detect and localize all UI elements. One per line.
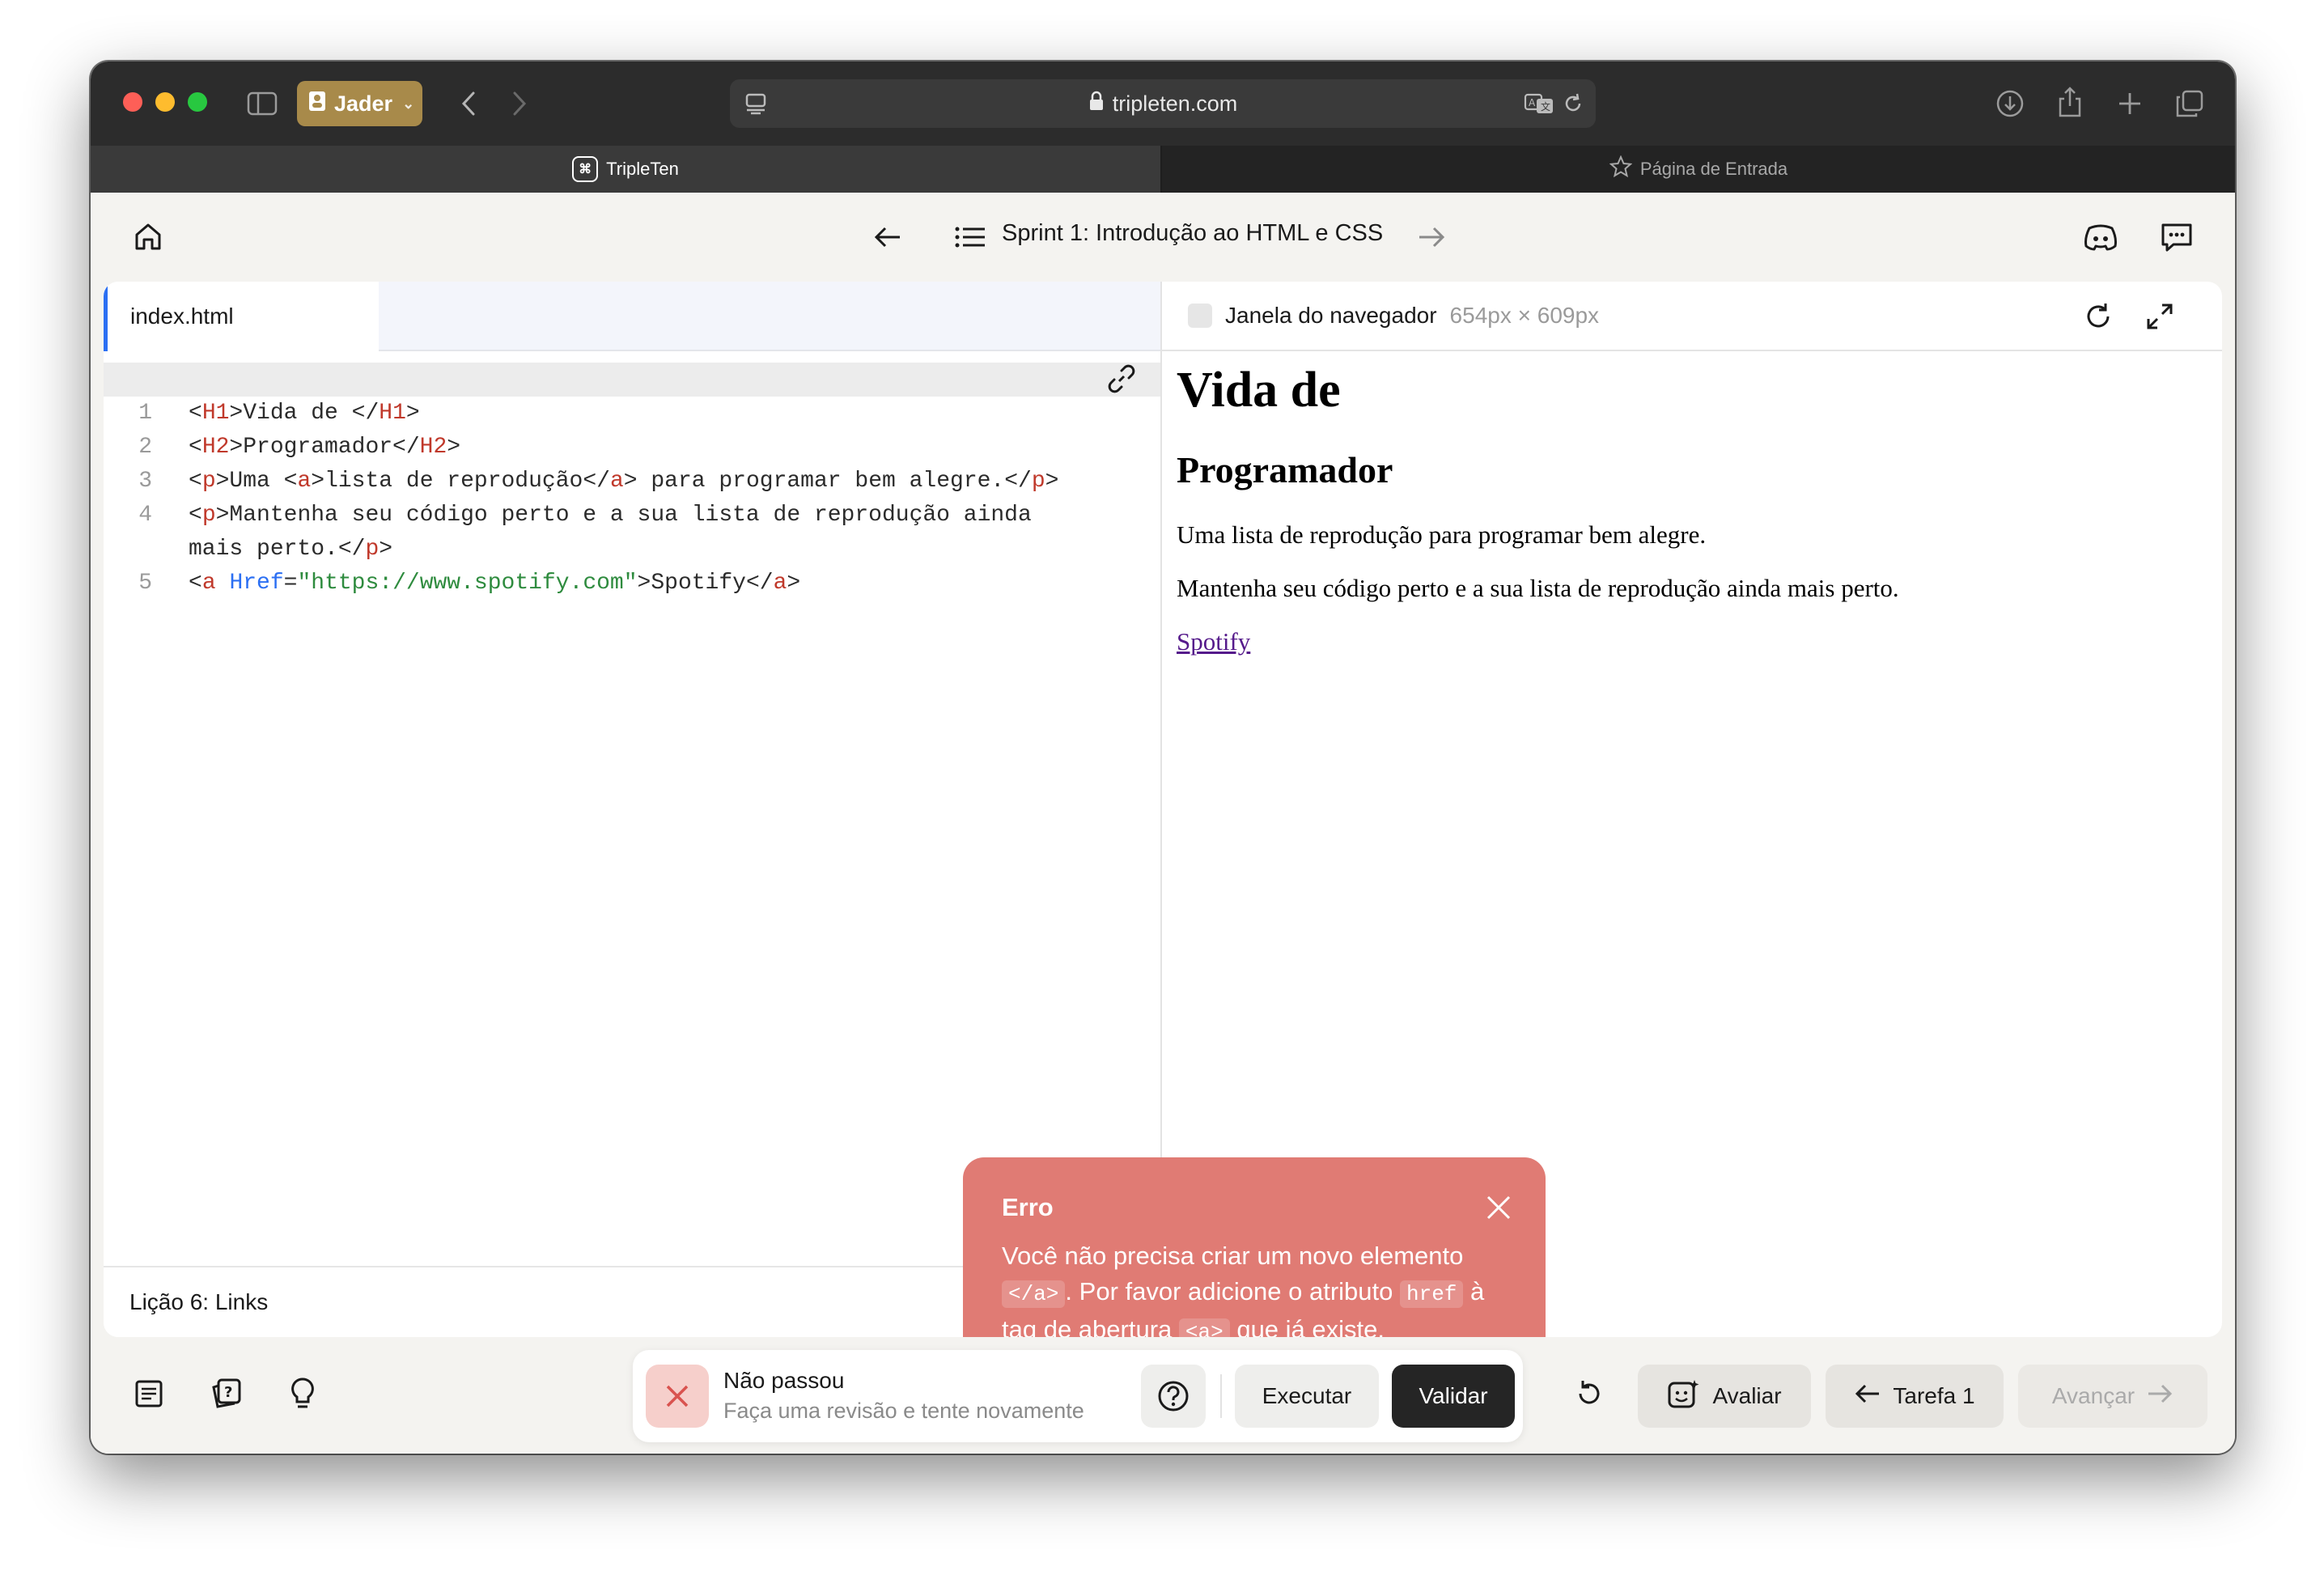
status-title: Não passou bbox=[723, 1368, 845, 1393]
question-cards-icon[interactable]: ? bbox=[206, 1373, 248, 1415]
error-message: Você não precisa criar um novo elemento … bbox=[1002, 1238, 1507, 1350]
notes-icon[interactable] bbox=[128, 1373, 170, 1415]
preview-title: Janela do navegador bbox=[1225, 303, 1437, 328]
separator bbox=[1220, 1374, 1222, 1418]
validate-button[interactable]: Validar bbox=[1392, 1365, 1515, 1428]
star-icon bbox=[1609, 155, 1633, 183]
link-icon[interactable] bbox=[1105, 363, 1138, 399]
review-button[interactable]: Avaliar bbox=[1638, 1365, 1811, 1428]
code-snippet: </a> bbox=[1002, 1280, 1066, 1308]
back-icon[interactable] bbox=[451, 86, 486, 121]
profile-button[interactable]: Jader ⌄ bbox=[297, 81, 422, 126]
previous-task-button[interactable]: Tarefa 1 bbox=[1826, 1365, 2004, 1428]
code-area[interactable]: 1 <H1>Vida de </H1> 2 <H2>Programador</H2>… bbox=[104, 363, 1160, 596]
hint-lightbulb-icon[interactable] bbox=[282, 1373, 324, 1415]
preview-content: Vida de Programador Uma lista de reprodu… bbox=[1177, 363, 2207, 656]
arrow-left-icon bbox=[1854, 1382, 1881, 1411]
bottom-bar: ? Não passou Faça uma revisão e tente no… bbox=[91, 1337, 2235, 1454]
code-line[interactable]: 5 <a Href="https://www.spotify.com">Spoti… bbox=[104, 533, 1160, 596]
browser-window: Jader ⌄ tripleten.com A文 ⌘ TripleTen Pág… bbox=[91, 62, 2235, 1454]
browser-toolbar: Jader ⌄ tripleten.com A文 bbox=[91, 62, 2235, 146]
preview-heading-1: Vida de bbox=[1177, 363, 1341, 418]
browser-tab-bar: ⌘ TripleTen Página de Entrada bbox=[91, 146, 2235, 193]
new-tab-icon[interactable] bbox=[2110, 84, 2149, 123]
review-label: Avaliar bbox=[1712, 1383, 1782, 1408]
arrow-right-icon bbox=[2146, 1382, 2173, 1411]
url-text: tripleten.com bbox=[1112, 91, 1238, 116]
svg-text:文: 文 bbox=[1541, 100, 1550, 112]
code-line[interactable]: 3 <p>Uma <a>lista de reprodução</a> para … bbox=[104, 431, 1160, 494]
person-icon bbox=[308, 91, 326, 117]
close-window-button[interactable] bbox=[123, 92, 142, 112]
preview-spotify-link[interactable]: Spotify bbox=[1177, 627, 1250, 656]
home-icon[interactable] bbox=[128, 217, 168, 257]
file-tab-index-html[interactable]: index.html bbox=[104, 282, 379, 351]
review-face-icon bbox=[1667, 1378, 1701, 1415]
code-snippet: href bbox=[1400, 1280, 1464, 1308]
tab-label: Página de Entrada bbox=[1639, 159, 1788, 179]
error-text: Você não precisa criar um novo elemento bbox=[1002, 1242, 1464, 1270]
address-bar[interactable]: tripleten.com A文 bbox=[730, 79, 1596, 128]
next-button[interactable]: Avançar bbox=[2018, 1365, 2207, 1428]
tripleten-logo-icon: ⌘ bbox=[572, 156, 599, 182]
sprint-title[interactable]: Sprint 1: Introdução ao HTML e CSS bbox=[1002, 220, 1383, 247]
status-subtitle: Faça uma revisão e tente novamente bbox=[723, 1399, 1084, 1423]
preview-paragraph: Mantenha seu código perto e a sua lista … bbox=[1177, 573, 1899, 602]
svg-text:?: ? bbox=[224, 1384, 232, 1401]
close-icon[interactable] bbox=[1486, 1195, 1512, 1225]
error-text: . Por favor adicione o atributo bbox=[1065, 1277, 1393, 1305]
tab-overview-icon[interactable] bbox=[2170, 84, 2209, 123]
tab-start-page[interactable]: Página de Entrada bbox=[1162, 146, 2235, 193]
preview-paragraph: Uma lista de reprodução para programar b… bbox=[1177, 520, 1707, 549]
lock-icon bbox=[1088, 91, 1105, 117]
preview-size: 654px × 609px bbox=[1449, 303, 1600, 328]
translate-icon[interactable]: A文 bbox=[1523, 89, 1555, 118]
validation-status-group: Não passou Faça uma revisão e tente nova… bbox=[633, 1350, 1523, 1442]
question-icon bbox=[1158, 1381, 1189, 1412]
forward-icon[interactable] bbox=[502, 86, 537, 121]
profile-name: Jader bbox=[334, 91, 393, 116]
code-line-wrapped[interactable]: mais perto.</p> bbox=[104, 499, 1160, 562]
run-button[interactable]: Executar bbox=[1235, 1365, 1379, 1428]
code-line[interactable]: 1 <H1>Vida de </H1> bbox=[104, 363, 1160, 426]
chevron-down-icon: ⌄ bbox=[402, 95, 415, 112]
chat-icon[interactable] bbox=[2156, 217, 2198, 257]
next-label: Avançar bbox=[2051, 1383, 2135, 1408]
tab-tripleten[interactable]: ⌘ TripleTen bbox=[91, 146, 1160, 193]
share-icon[interactable] bbox=[2050, 83, 2089, 121]
preview-header: Janela do navegador 654px × 609px bbox=[1162, 282, 2222, 351]
fail-icon bbox=[646, 1365, 709, 1428]
previous-sprint-icon[interactable] bbox=[867, 217, 908, 257]
zoom-window-button[interactable] bbox=[188, 92, 207, 112]
discord-icon[interactable] bbox=[2078, 217, 2123, 257]
download-icon[interactable] bbox=[1991, 84, 2029, 123]
help-button[interactable] bbox=[1141, 1365, 1206, 1428]
line-number: 5 bbox=[138, 571, 152, 596]
preview-checkbox[interactable] bbox=[1188, 304, 1212, 328]
list-icon[interactable] bbox=[950, 217, 990, 257]
reset-icon[interactable] bbox=[1568, 1373, 1610, 1415]
file-tab-bar: index.html bbox=[104, 282, 1160, 351]
code-line[interactable]: 4 <p>Mantenha seu código perto e a sua li… bbox=[104, 465, 1160, 528]
svg-text:A: A bbox=[1529, 97, 1536, 108]
app-header: Sprint 1: Introdução ao HTML e CSS bbox=[91, 193, 2235, 282]
code-line[interactable]: 2 <H2>Programador</H2> bbox=[104, 397, 1160, 460]
sidebar-toggle-icon[interactable] bbox=[244, 86, 280, 121]
tab-label: TripleTen bbox=[606, 159, 679, 179]
previous-task-label: Tarefa 1 bbox=[1893, 1383, 1975, 1408]
expand-icon[interactable] bbox=[2141, 298, 2178, 335]
minimize-window-button[interactable] bbox=[155, 92, 175, 112]
reload-icon[interactable] bbox=[1559, 89, 1588, 118]
next-sprint-icon[interactable] bbox=[1411, 217, 1452, 257]
refresh-preview-icon[interactable] bbox=[2080, 298, 2117, 335]
error-title: Erro bbox=[1002, 1193, 1054, 1221]
preview-heading-2: Programador bbox=[1177, 449, 1393, 491]
